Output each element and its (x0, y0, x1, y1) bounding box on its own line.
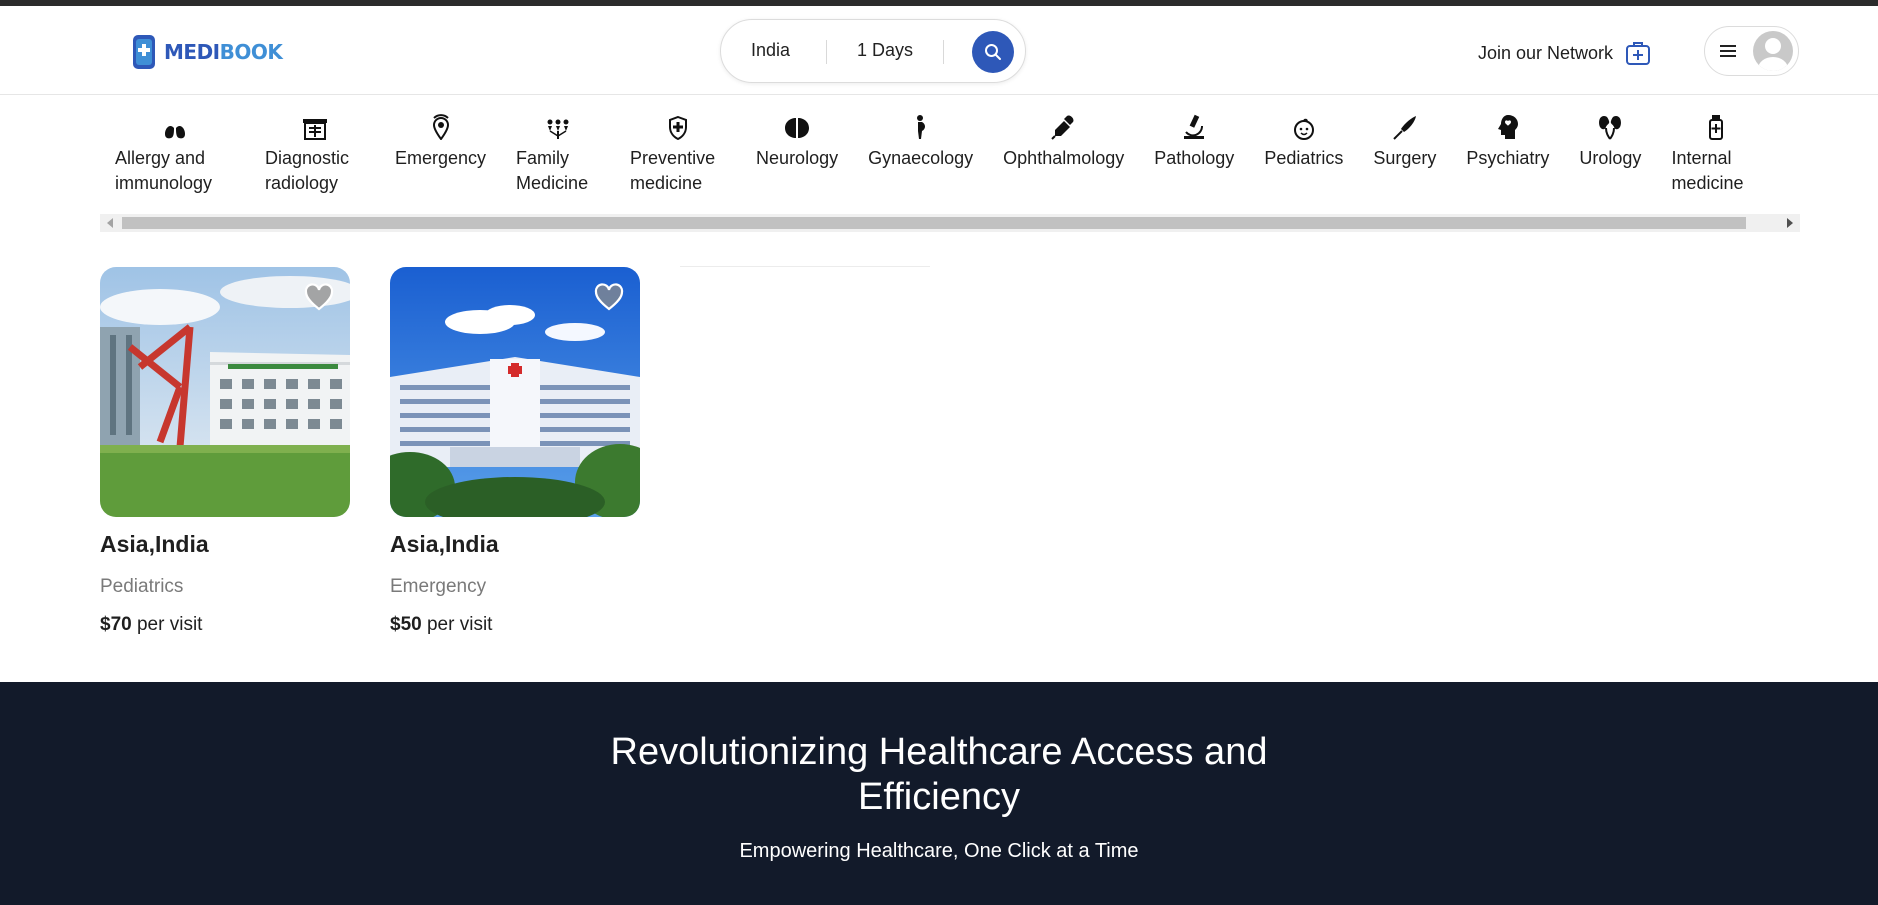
listing-price: $70 per visit (100, 614, 350, 636)
category-radiology[interactable]: Diagnostic radiology (250, 96, 380, 196)
category-emergency[interactable]: Emergency (380, 96, 501, 196)
listing-price: $50 per visit (390, 614, 640, 636)
search-button[interactable] (972, 31, 1014, 73)
bottle-icon (1709, 115, 1724, 140)
head-icon (1497, 115, 1518, 139)
category-urology[interactable]: Urology (1564, 96, 1656, 196)
category-label: Allergy and immunology (115, 148, 213, 193)
dropper-icon (1050, 115, 1074, 140)
category-label: Family Medicine (516, 148, 589, 193)
logo-text: MEDIBOOK (164, 40, 283, 64)
pregnant-icon (916, 115, 925, 139)
footer-banner: Revolutionizing Healthcare Access and Ef… (0, 682, 1878, 905)
category-label: Surgery (1373, 148, 1437, 168)
divider (826, 40, 827, 64)
category-label: Diagnostic radiology (265, 148, 350, 193)
category-bar: Allergy and immunology Diagnostic radiol… (100, 96, 1800, 216)
price-amount: $70 (100, 614, 132, 635)
xray-icon (303, 119, 327, 140)
footer-headline: Revolutionizing Healthcare Access and Ef… (610, 731, 1268, 818)
kidney-icon (1599, 116, 1622, 140)
listing-location: Asia,India (390, 531, 499, 557)
scalpel-icon (1393, 116, 1416, 140)
favorite-heart-icon[interactable] (304, 283, 334, 311)
category-label: Ophthalmology (1003, 148, 1125, 168)
category-label: Neurology (756, 148, 839, 168)
listing-photo[interactable] (100, 267, 350, 517)
lungs-icon (165, 122, 185, 139)
medical-bag-icon (1626, 42, 1651, 65)
category-pediatrics[interactable]: Pediatrics (1249, 96, 1358, 196)
category-psychiatry[interactable]: Psychiatry (1451, 96, 1564, 196)
brain-icon (785, 118, 810, 138)
category-label: Gynaecology (868, 148, 974, 168)
placeholder-card-line (680, 266, 930, 267)
listing-specialty: Emergency (390, 576, 487, 597)
listing-card[interactable]: Asia,India Pediatrics $70 per visit (100, 267, 350, 636)
medibook-logo-icon (133, 35, 155, 69)
category-label: Emergency (395, 148, 487, 168)
search-bar: India 1 Days (720, 19, 1026, 83)
emergency-icon (432, 114, 449, 140)
category-neurology[interactable]: Neurology (741, 96, 853, 196)
listing-photo[interactable] (390, 267, 640, 517)
category-ophthalmology[interactable]: Ophthalmology (988, 96, 1139, 196)
category-family-medicine[interactable]: Family Medicine (501, 96, 615, 196)
category-preventive[interactable]: Preventive medicine (615, 96, 741, 196)
scroll-right-arrow-icon[interactable] (1787, 218, 1793, 228)
category-pathology[interactable]: Pathology (1139, 96, 1249, 196)
price-suffix: per visit (136, 614, 203, 635)
shield-icon (669, 116, 688, 140)
hamburger-icon (1720, 45, 1736, 57)
scrollbar-thumb[interactable] (122, 217, 1746, 229)
category-label: Preventive medicine (630, 148, 716, 193)
category-surgery[interactable]: Surgery (1358, 96, 1451, 196)
category-label: Urology (1579, 148, 1642, 168)
category-internal-medicine[interactable]: Internal medicine (1656, 96, 1776, 196)
price-suffix: per visit (426, 614, 493, 635)
avatar (1753, 31, 1793, 71)
listing-location: Asia,India (100, 531, 209, 557)
category-gynaecology[interactable]: Gynaecology (853, 96, 988, 196)
category-label: Psychiatry (1466, 148, 1550, 168)
logo[interactable]: MEDIBOOK (130, 32, 283, 72)
divider (943, 40, 944, 64)
scroll-left-arrow-icon[interactable] (107, 218, 113, 228)
family-icon (547, 119, 569, 139)
category-label: Pathology (1154, 148, 1235, 168)
price-amount: $50 (390, 614, 422, 635)
category-allergy[interactable]: Allergy and immunology (100, 96, 250, 196)
join-network-label: Join our Network (1478, 42, 1614, 63)
footer-subline: Empowering Healthcare, One Click at a Ti… (739, 840, 1139, 862)
listing-card[interactable]: Asia,India Emergency $50 per visit (390, 267, 640, 636)
category-label: Pediatrics (1264, 148, 1344, 168)
favorite-heart-icon[interactable] (594, 283, 624, 311)
user-menu-button[interactable] (1704, 26, 1799, 76)
join-network-link[interactable]: Join our Network (1478, 40, 1651, 66)
baby-icon (1293, 118, 1314, 140)
listing-specialty: Pediatrics (100, 576, 184, 597)
search-icon (985, 44, 1001, 60)
search-location[interactable]: India (751, 40, 790, 61)
site-header: MEDIBOOK India 1 Days Join our Network (0, 6, 1878, 95)
search-duration[interactable]: 1 Days (857, 40, 913, 61)
category-label: Internal medicine (1671, 148, 1744, 193)
category-scrollbar[interactable] (100, 214, 1800, 232)
microscope-icon (1184, 114, 1205, 139)
